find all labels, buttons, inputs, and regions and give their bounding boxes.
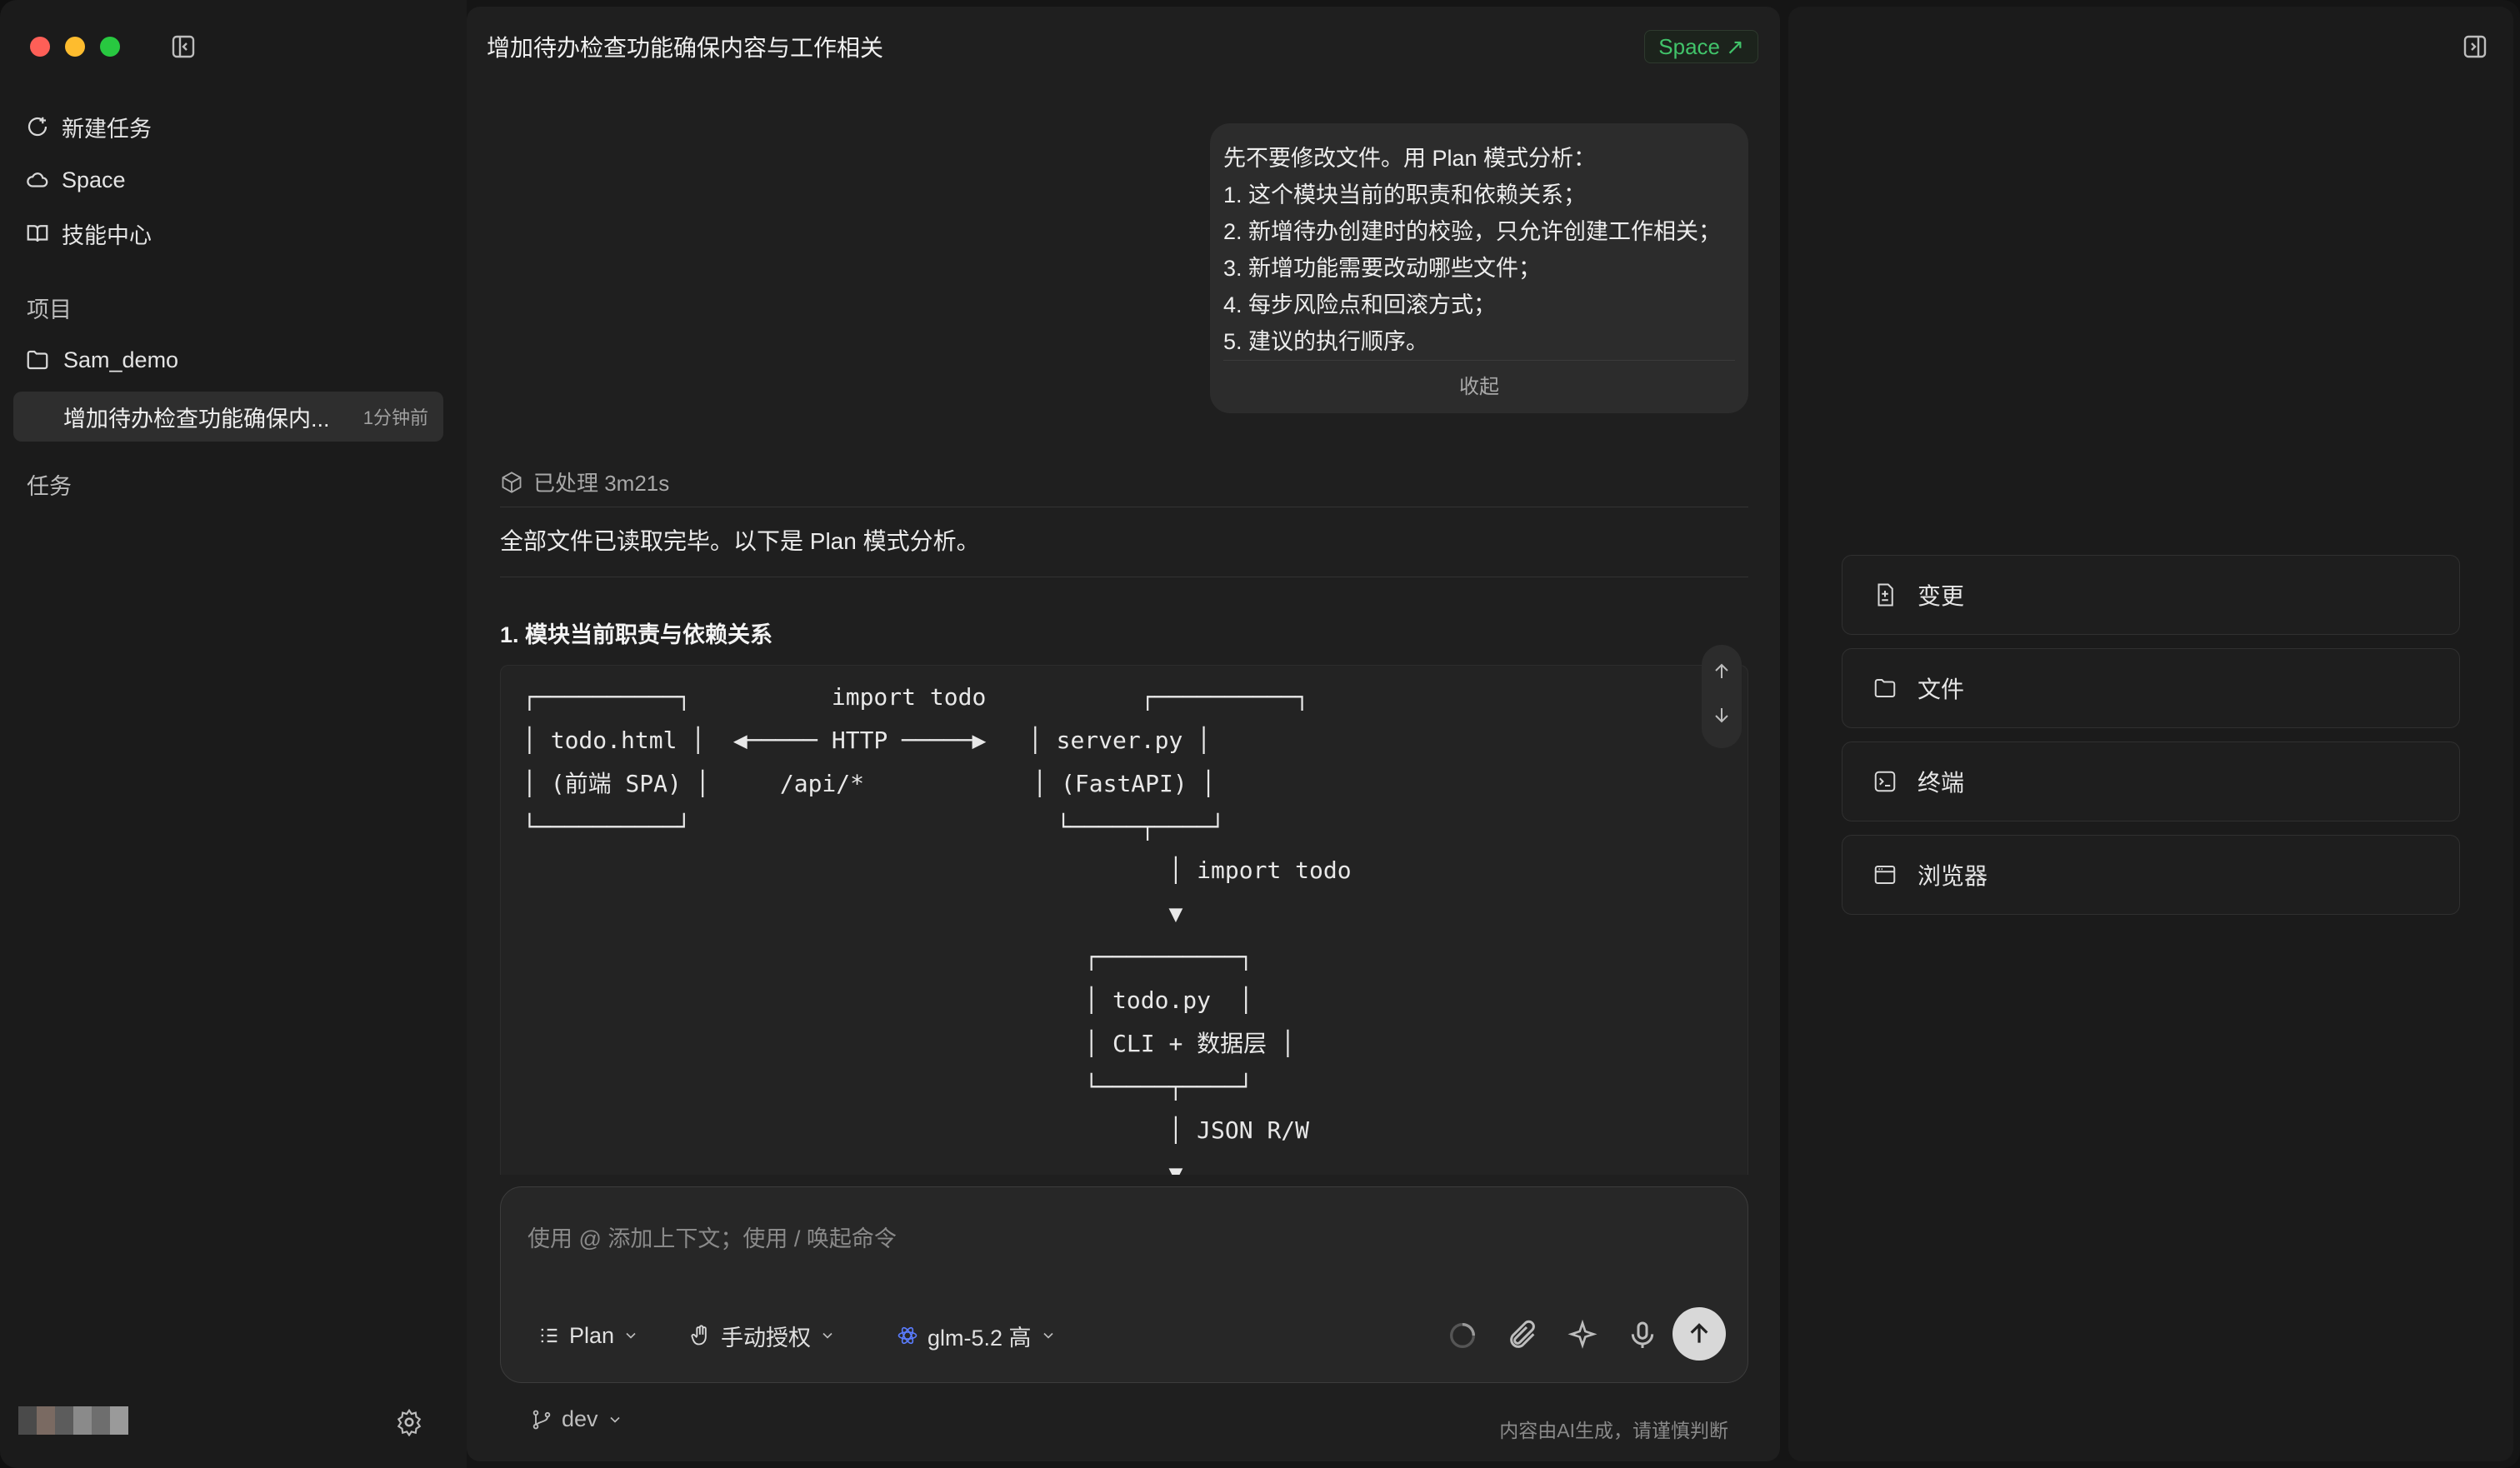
model-selector[interactable]: glm-5.2 高	[896, 1319, 1057, 1352]
arrow-down-icon[interactable]	[1712, 705, 1732, 725]
page-title: 增加待办检查功能确保内容与工作相关	[487, 35, 884, 61]
scroll-controls	[1702, 645, 1742, 748]
project-name: Sam_demo	[63, 347, 179, 372]
cube-icon	[502, 471, 522, 493]
nav-skills[interactable]: 技能中心	[25, 213, 152, 253]
zoom-window-button[interactable]	[100, 37, 120, 57]
user-message-line: 先不要修改文件。用 Plan 模式分析：	[1223, 146, 1597, 171]
nav-skills-label: 技能中心	[62, 222, 152, 248]
user-message-line: 2. 新增待办创建时的校验，只允许创建工作相关；	[1223, 219, 1722, 244]
paperclip-icon[interactable]	[1506, 1319, 1539, 1352]
chevron-down-icon	[1042, 1332, 1053, 1339]
right-panel: 变更 文件 终端 浏览器	[1788, 7, 2513, 1461]
nav-space[interactable]: Space	[25, 160, 126, 200]
nav-new-task-label: 新建任务	[62, 116, 152, 142]
app-window: 新建任务 Space 技能中心 项目 Sam_demo 增加待办检查功能确保内.…	[0, 0, 2520, 1468]
code-block: ┌──────────┐ import todo ┌──────────┐ │ …	[500, 665, 1748, 1175]
nav-new-task[interactable]: 新建任务	[25, 107, 152, 147]
hand-icon	[691, 1325, 707, 1346]
ai-disclaimer: 内容由AI生成，请谨慎判断	[1499, 1420, 1728, 1441]
window-controls	[30, 37, 120, 57]
sidebar-toggle-icon[interactable]	[170, 33, 197, 60]
cloud-icon	[27, 172, 48, 187]
card-files-label: 文件	[1918, 677, 1965, 702]
active-task-time: 1分钟前	[362, 407, 428, 428]
chevron-down-icon	[609, 1416, 620, 1423]
chevron-down-icon	[822, 1332, 832, 1339]
composer: 使用 @ 添加上下文；使用 / 唤起命令 Plan 手动授权 glm-5.2 高	[500, 1186, 1748, 1383]
card-files[interactable]: 文件	[1842, 648, 2460, 728]
terminal-icon	[1874, 771, 1896, 792]
permission-label: 手动授权	[721, 1325, 811, 1351]
user-message-line: 1. 这个模块当前的职责和依赖关系；	[1223, 182, 1587, 207]
response-intro: 全部文件已读取完毕。以下是 Plan 模式分析。	[500, 528, 980, 554]
card-browser[interactable]: 浏览器	[1842, 835, 2460, 915]
processed-status[interactable]: 已处理 3m21s	[500, 467, 669, 497]
close-window-button[interactable]	[30, 37, 50, 57]
active-task-item[interactable]: 增加待办检查功能确保内... 1分钟前	[13, 392, 443, 442]
browser-icon	[1874, 866, 1896, 884]
avatar[interactable]	[18, 1406, 128, 1435]
user-message-line: 4. 每步风险点和回滚方式；	[1223, 292, 1497, 317]
mode-label: Plan	[569, 1322, 615, 1348]
nav-space-label: Space	[62, 167, 126, 192]
active-task-title: 增加待办检查功能确保内...	[63, 406, 330, 432]
list-icon	[541, 1328, 558, 1343]
model-label: glm-5.2 高	[928, 1325, 1032, 1351]
folder-icon	[1874, 679, 1896, 697]
project-item[interactable]: Sam_demo	[25, 340, 178, 380]
mode-selector[interactable]: Plan	[538, 1319, 639, 1352]
arrow-up-icon[interactable]	[1712, 662, 1732, 682]
dependency-diagram-code: ┌──────────┐ import todo ┌──────────┐ │ …	[522, 683, 1352, 1175]
model-atom-icon	[898, 1326, 918, 1345]
settings-gear-icon[interactable]	[395, 1408, 423, 1436]
card-changes[interactable]: 变更	[1842, 555, 2460, 635]
branch-label: dev	[562, 1406, 598, 1431]
diff-icon	[1878, 583, 1893, 607]
loading-spinner-icon	[1450, 1323, 1475, 1348]
user-message-line: 3. 新增功能需要改动哪些文件；	[1223, 256, 1542, 281]
card-changes-label: 变更	[1918, 583, 1965, 609]
send-button[interactable]	[1672, 1307, 1726, 1361]
sidebar: 新建任务 Space 技能中心 项目 Sam_demo 增加待办检查功能确保内.…	[0, 0, 467, 1468]
card-terminal-label: 终端	[1918, 770, 1965, 796]
folder-icon	[27, 350, 48, 370]
section-heading: 1. 模块当前职责与依赖关系	[500, 622, 773, 647]
panel-toggle-icon[interactable]	[2462, 33, 2488, 60]
chevron-down-icon	[626, 1332, 636, 1339]
arrow-up-icon	[1690, 1323, 1708, 1343]
branch-selector[interactable]: dev	[530, 1406, 623, 1432]
collapse-button[interactable]: 收起	[1210, 370, 1748, 399]
user-message-bubble: 先不要修改文件。用 Plan 模式分析： 1. 这个模块当前的职责和依赖关系； …	[1210, 123, 1748, 413]
card-browser-label: 浏览器	[1918, 863, 1988, 889]
tasks-section-label: 任务	[27, 474, 72, 499]
sparkle-icon[interactable]	[1566, 1319, 1599, 1352]
message-input[interactable]: 使用 @ 添加上下文；使用 / 唤起命令	[528, 1221, 897, 1253]
microphone-icon[interactable]	[1626, 1319, 1659, 1352]
git-branch-icon	[532, 1410, 551, 1429]
processed-status-text: 已处理 3m21s	[533, 471, 670, 496]
book-icon	[27, 225, 48, 242]
new-task-icon	[28, 117, 48, 137]
minimize-window-button[interactable]	[65, 37, 85, 57]
user-message-line: 5. 建议的执行顺序。	[1223, 329, 1429, 354]
card-terminal[interactable]: 终端	[1842, 741, 2460, 821]
permission-selector[interactable]: 手动授权	[689, 1319, 836, 1352]
bubble-divider	[1223, 360, 1735, 361]
space-link-badge[interactable]: Space ↗	[1644, 30, 1758, 63]
main-panel: 增加待办检查功能确保内容与工作相关 Space ↗ 先不要修改文件。用 Plan…	[467, 7, 1780, 1461]
projects-section-label: 项目	[27, 297, 72, 322]
